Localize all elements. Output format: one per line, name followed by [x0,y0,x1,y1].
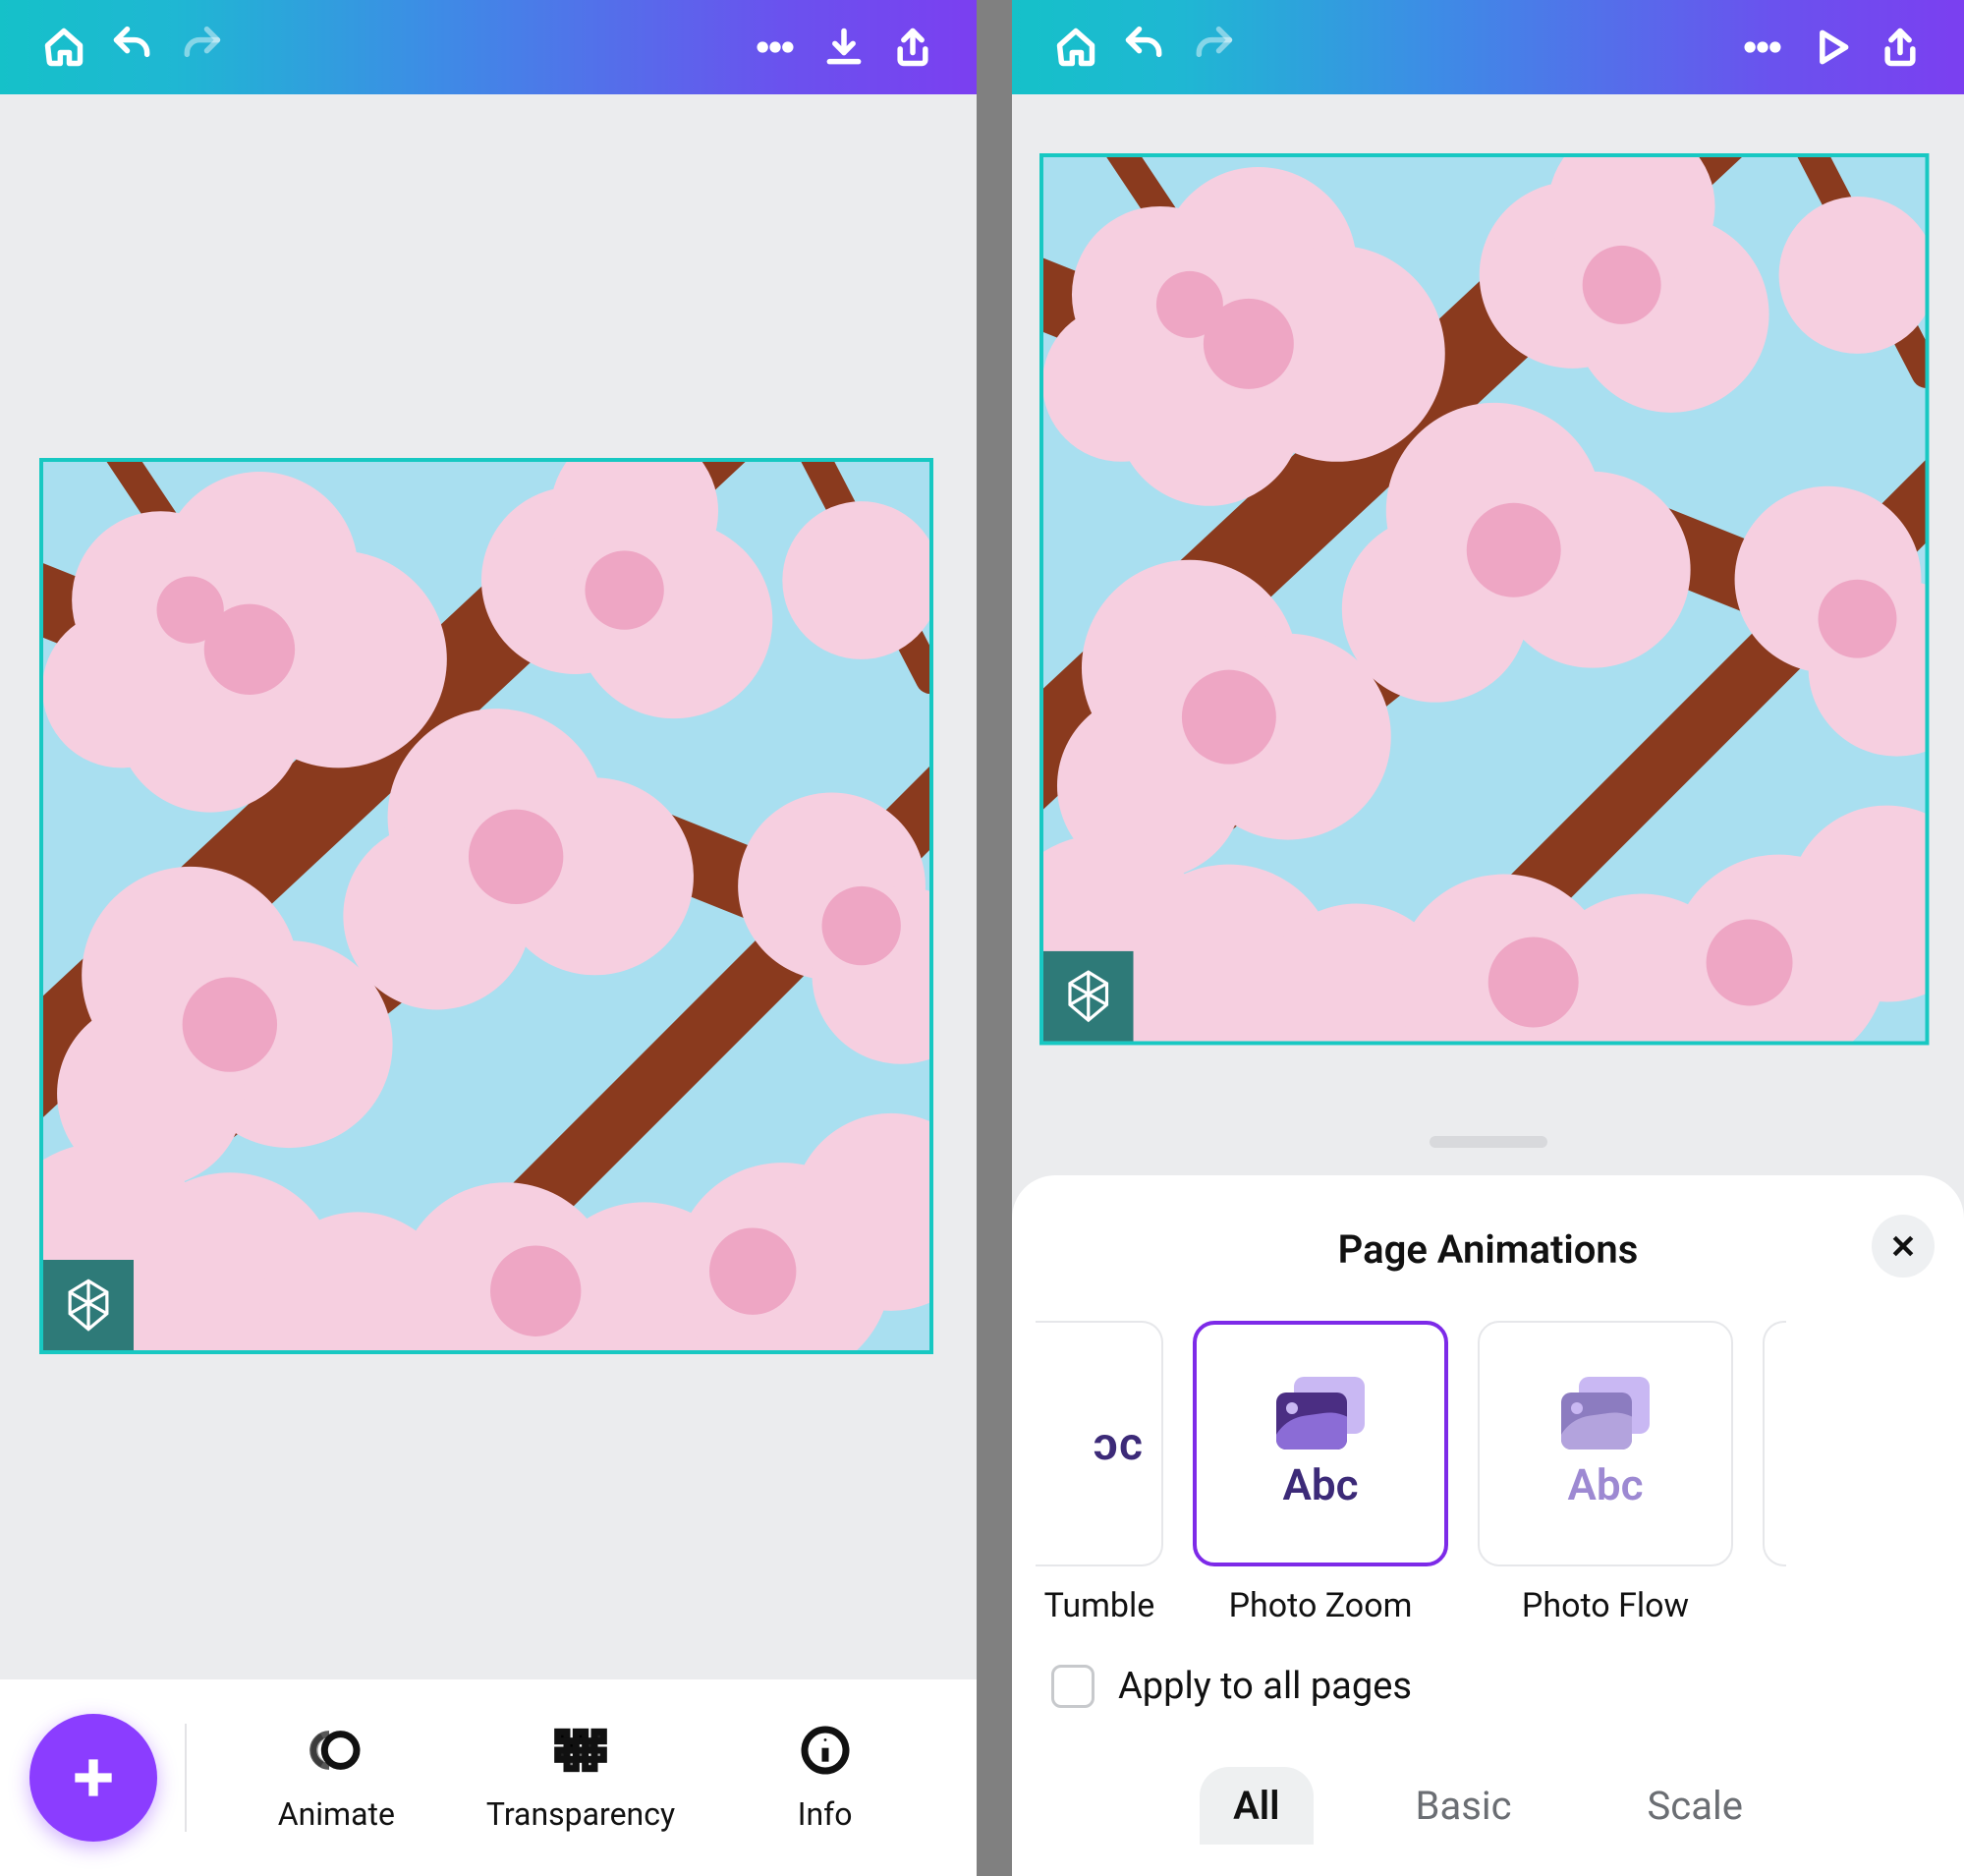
animate-label: Animate [278,1795,395,1833]
selected-photo[interactable] [39,458,933,1354]
animation-options[interactable]: ɔc Tumble Abc Photo Zoom [1012,1293,1964,1625]
more-button[interactable] [741,13,810,82]
add-button[interactable] [29,1714,157,1842]
animations-sheet: Page Animations ɔc Tumble [1012,1175,1964,1876]
sheet-title: Page Animations [1338,1226,1639,1273]
apply-all-label: Apply to all pages [1118,1665,1412,1708]
play-button[interactable] [1797,13,1866,82]
canvas-area[interactable] [0,94,977,1679]
abc-glyph: Abc [1567,1459,1643,1510]
animation-label: Tumble [1044,1586,1155,1625]
home-button[interactable] [1041,13,1110,82]
share-button[interactable] [878,13,947,82]
photo-icon [1561,1377,1650,1450]
tab-basic[interactable]: Basic [1382,1767,1545,1845]
redo-button[interactable] [167,13,236,82]
transparency-tool[interactable]: Transparency [459,1723,703,1833]
download-button[interactable] [810,13,878,82]
share-button[interactable] [1866,13,1935,82]
apply-all-checkbox[interactable] [1051,1665,1094,1708]
topbar [0,0,977,94]
animation-tabs: All Basic Scale [1012,1708,1964,1845]
abc-glyph: Abc [1282,1459,1358,1510]
apply-all-row[interactable]: Apply to all pages [1012,1625,1964,1708]
info-label: Info [798,1795,853,1833]
selected-photo[interactable] [1039,153,1929,1045]
photo-source-badge[interactable] [43,1260,134,1350]
bottom-toolbar: Animate Transparency Info [0,1679,977,1876]
animation-photo-zoom[interactable]: Abc Photo Zoom [1193,1321,1448,1625]
photo-content [43,462,929,1350]
home-button[interactable] [29,13,98,82]
screen-editor: Animate Transparency Info [0,0,977,1876]
redo-button[interactable] [1179,13,1248,82]
info-tool[interactable]: Info [702,1723,947,1833]
divider [185,1724,187,1832]
sheet-drag-handle[interactable] [1430,1136,1547,1148]
undo-button[interactable] [1110,13,1179,82]
animation-label: Photo Zoom [1229,1586,1413,1625]
animation-tumble[interactable]: ɔc Tumble [1036,1321,1163,1625]
undo-button[interactable] [98,13,167,82]
more-button[interactable] [1728,13,1797,82]
transparency-label: Transparency [486,1795,675,1833]
animation-next[interactable] [1763,1321,1786,1625]
screen-animations: Page Animations ɔc Tumble [1012,0,1964,1876]
topbar [1012,0,1964,94]
tab-scale[interactable]: Scale [1614,1767,1776,1845]
animation-photo-flow[interactable]: Abc Photo Flow [1478,1321,1733,1625]
animation-label: Photo Flow [1522,1586,1689,1625]
tumble-glyph: ɔc [1093,1417,1144,1471]
close-button[interactable] [1872,1215,1935,1278]
photo-content [1043,157,1925,1041]
tab-all[interactable]: All [1200,1767,1313,1845]
photo-source-badge[interactable] [1043,951,1134,1042]
sheet-header: Page Animations [1012,1205,1964,1293]
canvas-area[interactable]: Page Animations ɔc Tumble [1012,94,1964,1876]
photo-icon [1276,1377,1365,1450]
animate-tool[interactable]: Animate [214,1723,459,1833]
